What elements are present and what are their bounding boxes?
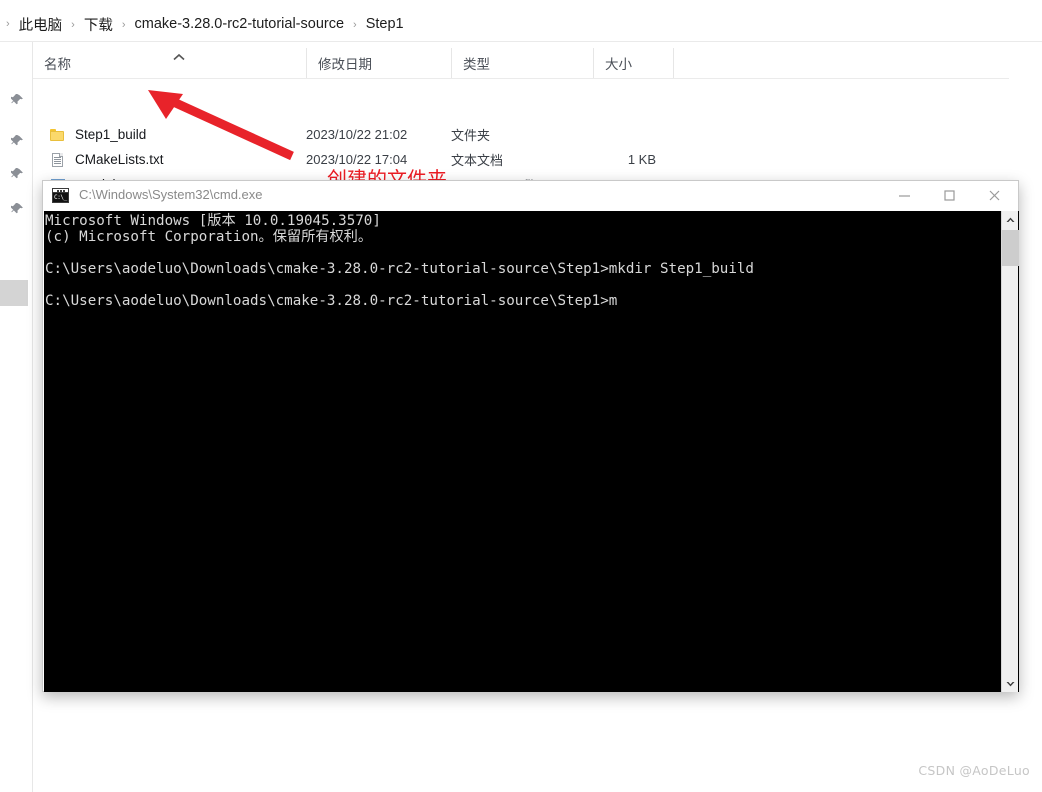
breadcrumb-lead-chevron-icon[interactable]: › [0, 18, 12, 30]
column-header-size-label: 大小 [605, 57, 632, 72]
cmd-scrollbar[interactable] [1001, 211, 1019, 692]
column-headers: 名称 修改日期 类型 大小 [33, 48, 1009, 78]
sort-ascending-icon [172, 50, 186, 61]
column-header-type[interactable]: 类型 [451, 48, 593, 78]
scroll-up-arrow-icon[interactable] [1002, 211, 1019, 228]
watermark: CSDN @AoDeLuo [918, 763, 1030, 778]
column-header-name-label: 名称 [44, 57, 71, 72]
file-size-cell: 1 KB [627, 152, 656, 167]
chevron-right-icon[interactable]: › [351, 19, 359, 31]
pin-icon[interactable] [11, 94, 24, 107]
breadcrumb-item-downloads[interactable]: 下载 [77, 13, 120, 36]
cmd-title-bar[interactable]: C:\_ C:\Windows\System32\cmd.exe [43, 181, 1018, 211]
chevron-right-icon[interactable]: › [120, 19, 128, 31]
pin-icon[interactable] [11, 135, 24, 148]
cmd-title-text: C:\Windows\System32\cmd.exe [79, 187, 263, 202]
navigation-pane-scrollbar-thumb[interactable] [0, 280, 28, 306]
cmd-scrollbar-thumb[interactable] [1002, 230, 1019, 266]
close-button[interactable] [972, 181, 1017, 210]
navigation-pane[interactable] [0, 42, 33, 792]
file-date-cell: 2023/10/22 21:02 [306, 127, 408, 142]
column-header-end-divider [673, 48, 674, 78]
text-file-icon [50, 152, 66, 168]
pin-icon[interactable] [11, 203, 24, 216]
breadcrumb-item-cmake-source[interactable]: cmake-3.28.0-rc2-tutorial-source [128, 15, 352, 33]
cmd-icon: C:\_ [52, 188, 69, 203]
breadcrumb-item-step1[interactable]: Step1 [359, 15, 411, 33]
file-name-cell[interactable]: Step1_build [50, 127, 146, 143]
column-header-type-label: 类型 [463, 57, 490, 72]
file-type-cell: 文件夹 [451, 128, 491, 143]
column-header-date[interactable]: 修改日期 [306, 48, 451, 78]
cmd-console-text: Microsoft Windows [版本 10.0.19045.3570] (… [45, 213, 754, 309]
scroll-down-arrow-icon[interactable] [1002, 675, 1019, 692]
maximize-button[interactable] [927, 181, 972, 210]
cmd-icon-glyph: C:\_ [53, 193, 68, 202]
screen-root: › 此电脑 › 下载 › cmake-3.28.0-rc2-tutorial-s… [0, 0, 1042, 792]
breadcrumb-item-this-pc[interactable]: 此电脑 [12, 13, 70, 36]
cmd-window[interactable]: C:\_ C:\Windows\System32\cmd.exe Microso… [42, 180, 1019, 692]
chevron-right-icon[interactable]: › [69, 19, 77, 31]
red-arrow-annotation [140, 82, 320, 166]
column-header-name[interactable]: 名称 [33, 48, 306, 78]
column-header-date-label: 修改日期 [318, 57, 372, 72]
column-header-size[interactable]: 大小 [593, 48, 673, 78]
minimize-button[interactable] [882, 181, 927, 210]
file-name-label: Step1_build [75, 127, 147, 142]
breadcrumb[interactable]: › 此电脑 › 下载 › cmake-3.28.0-rc2-tutorial-s… [0, 12, 411, 36]
file-type-cell: 文本文档 [451, 153, 504, 168]
column-header-underline [33, 78, 1009, 79]
folder-icon [50, 127, 66, 143]
cmd-console-body[interactable]: Microsoft Windows [版本 10.0.19045.3570] (… [44, 211, 1019, 692]
pin-icon[interactable] [11, 168, 24, 181]
